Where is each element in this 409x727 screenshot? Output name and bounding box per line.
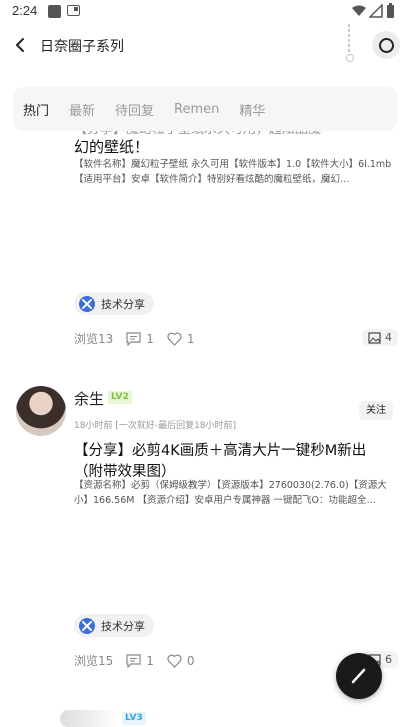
pen-icon xyxy=(351,668,366,684)
post-tag-label: 技术分享 xyxy=(101,619,145,633)
comment-icon xyxy=(126,653,141,668)
page-title: 日奈圈子系列 xyxy=(40,39,124,55)
post-stats: 浏览13 1 1 xyxy=(74,330,208,347)
level-badge: LV2 xyxy=(108,391,132,404)
post-tag[interactable]: 技术分享 xyxy=(74,292,154,315)
search-button[interactable] xyxy=(372,31,400,59)
comment-button[interactable]: 1 xyxy=(126,332,154,346)
heart-icon xyxy=(167,654,182,668)
wifi-icon xyxy=(352,5,366,16)
view-count-label: 浏览13 xyxy=(74,332,114,346)
post-tag-label: 技术分享 xyxy=(101,297,145,311)
top-nav: 日奈圈子系列 xyxy=(0,24,409,68)
post-stats: 浏览15 1 0 xyxy=(74,652,208,669)
status-time: 2:24 xyxy=(12,3,38,18)
comment-count: 1 xyxy=(146,331,154,346)
screenshot-notification-icon xyxy=(67,5,80,16)
status-bar: 2:24 xyxy=(0,0,409,24)
comment-count: 1 xyxy=(146,653,154,668)
avatar[interactable] xyxy=(16,386,66,436)
like-count: 1 xyxy=(186,331,195,346)
tab-latest[interactable]: 最新 xyxy=(69,100,95,119)
comment-icon xyxy=(126,331,141,346)
tab-remen[interactable]: Remen xyxy=(174,102,219,117)
post-tag[interactable]: 技术分享 xyxy=(74,614,154,637)
heart-icon xyxy=(167,332,182,346)
view-count-label: 浏览15 xyxy=(74,654,114,668)
comment-button[interactable]: 1 xyxy=(126,654,154,668)
like-count: 0 xyxy=(186,653,195,668)
post-meta: 18小时前 [一次就好-最后回复18小时前] xyxy=(74,421,237,431)
tab-featured[interactable]: 精华 xyxy=(239,100,265,119)
username[interactable]: 余生 xyxy=(74,388,104,409)
tab-bar: 热门 最新 待回复 Remen 精华 xyxy=(13,87,397,131)
post-title[interactable]: 幻的壁纸！ xyxy=(74,136,394,158)
view-count: 浏览13 xyxy=(74,330,113,347)
tools-icon xyxy=(79,295,95,312)
like-button[interactable]: 0 xyxy=(167,654,195,668)
view-count: 浏览15 xyxy=(74,652,113,669)
signal-icon xyxy=(369,4,383,18)
pull-cord-decoration xyxy=(346,24,354,62)
battery-icon xyxy=(387,3,394,18)
username-peek xyxy=(60,710,120,727)
app-notification-icon xyxy=(48,5,61,18)
post-title[interactable]: 【分享】必剪4K画质＋高清大片一键秒M新出（附带效果图） xyxy=(74,441,394,483)
tools-icon xyxy=(79,617,95,634)
post-description[interactable]: 【资源名称】必剪（保姆级教学）【资源版本】2760030(2.76.0)【资源大… xyxy=(74,478,396,508)
back-icon[interactable] xyxy=(10,34,32,56)
like-button[interactable]: 1 xyxy=(167,332,195,346)
follow-button[interactable]: 关注 xyxy=(359,401,393,420)
level-badge: LV3 xyxy=(122,712,146,725)
image-count-badge[interactable]: 4 xyxy=(362,329,398,346)
compose-button[interactable] xyxy=(336,653,382,699)
image-count: 6 xyxy=(385,653,392,666)
image-count: 4 xyxy=(385,331,392,344)
image-icon xyxy=(368,331,381,344)
tab-pending-reply[interactable]: 待回复 xyxy=(115,100,154,119)
post-description[interactable]: 【软件名称】魔幻粒子壁纸 永久可用【软件版本】1.0【软件大小】6l.1mb【适… xyxy=(74,157,396,187)
tab-hot[interactable]: 热门 xyxy=(23,100,49,119)
